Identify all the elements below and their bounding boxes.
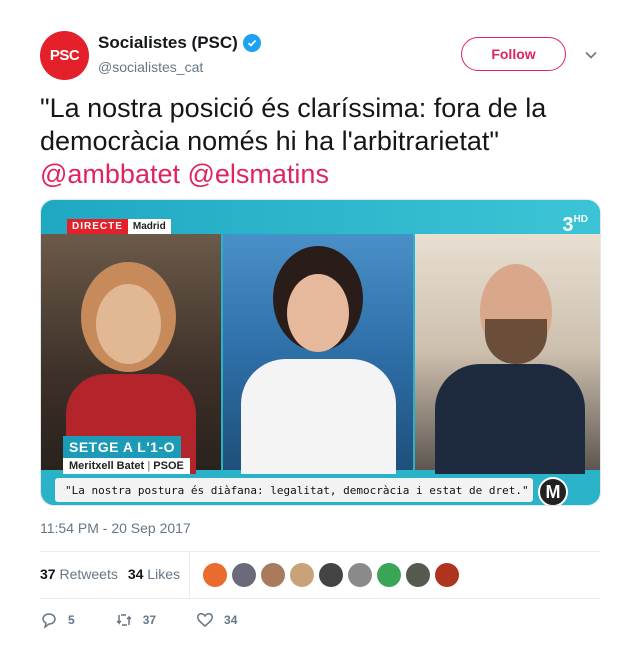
liker-avatar[interactable] (203, 563, 227, 587)
video-panel-middle (223, 234, 413, 474)
channel-suffix: HD (573, 214, 588, 225)
tweet-stats: 37 Retweets 34 Likes (40, 566, 180, 582)
location-label: Madrid (127, 219, 171, 234)
likes-stat[interactable]: 34 Likes (128, 566, 180, 582)
like-count: 34 (224, 613, 238, 627)
channel-logo: 3HD (562, 214, 588, 237)
speaker-name: Meritxell Batet (69, 460, 145, 472)
reply-count: 5 (68, 613, 75, 627)
tweet-actions: 5 37 34 (40, 611, 277, 629)
video-panel-right (415, 234, 600, 474)
liker-avatar[interactable] (435, 563, 459, 587)
tweet-body: "La nostra posició és claríssima: fora d… (40, 93, 547, 156)
channel-number: 3 (562, 214, 574, 236)
liker-avatar[interactable] (406, 563, 430, 587)
mention-link[interactable]: @ambbatet (40, 159, 180, 189)
headline-bar: SETGE A L'1-O (63, 436, 182, 458)
video-panel-left (41, 234, 221, 474)
retweets-label: Retweets (59, 566, 118, 582)
live-label: DIRECTE (67, 219, 128, 234)
retweets-count: 37 (40, 566, 56, 582)
retweets-stat[interactable]: 37 Retweets (40, 566, 118, 582)
chevron-down-icon[interactable] (584, 48, 598, 62)
retweet-count: 37 (142, 613, 157, 627)
divider (40, 551, 600, 552)
author-avatar[interactable]: PSC (40, 31, 89, 80)
verified-badge-icon (242, 34, 261, 52)
likers-avatars (203, 563, 459, 587)
divider (189, 551, 190, 598)
author-handle[interactable]: @socialistes_cat (98, 59, 203, 75)
follow-button[interactable]: Follow (461, 37, 566, 71)
reply-button[interactable]: 5 (40, 611, 75, 629)
heart-icon (197, 613, 214, 627)
program-logo: M (538, 477, 568, 505)
retweet-button[interactable]: 37 (115, 611, 156, 629)
reply-icon (42, 613, 56, 629)
avatar-text: PSC (49, 47, 80, 64)
liker-avatar[interactable] (319, 563, 343, 587)
tweet-media-image[interactable]: DIRECTE Madrid 3HD SETGE A L'1-O Meritxe… (40, 199, 601, 506)
tweet-text: "La nostra posició és claríssima: fora d… (40, 92, 610, 191)
liker-avatar[interactable] (261, 563, 285, 587)
mention-link[interactable]: @elsmatins (188, 159, 329, 189)
speaker-bar: Meritxell Batet | PSOE (63, 458, 190, 474)
likes-count: 34 (127, 566, 144, 582)
divider (40, 598, 600, 599)
tweet-timestamp[interactable]: 11:54 PM - 20 Sep 2017 (40, 520, 191, 536)
liker-avatar[interactable] (348, 563, 372, 587)
author-name-row[interactable]: Socialistes (PSC) (98, 33, 261, 53)
live-tag: DIRECTE Madrid (67, 219, 171, 234)
liker-avatar[interactable] (377, 563, 401, 587)
liker-avatar[interactable] (290, 563, 314, 587)
liker-avatar[interactable] (232, 563, 256, 587)
speaker-party: PSOE (153, 460, 184, 472)
likes-label: Likes (147, 566, 180, 582)
retweet-icon (116, 614, 132, 626)
like-button[interactable]: 34 (196, 611, 237, 629)
quote-ticker: "La nostra postura és diàfana: legalitat… (55, 478, 533, 502)
author-name[interactable]: Socialistes (PSC) (98, 33, 238, 53)
